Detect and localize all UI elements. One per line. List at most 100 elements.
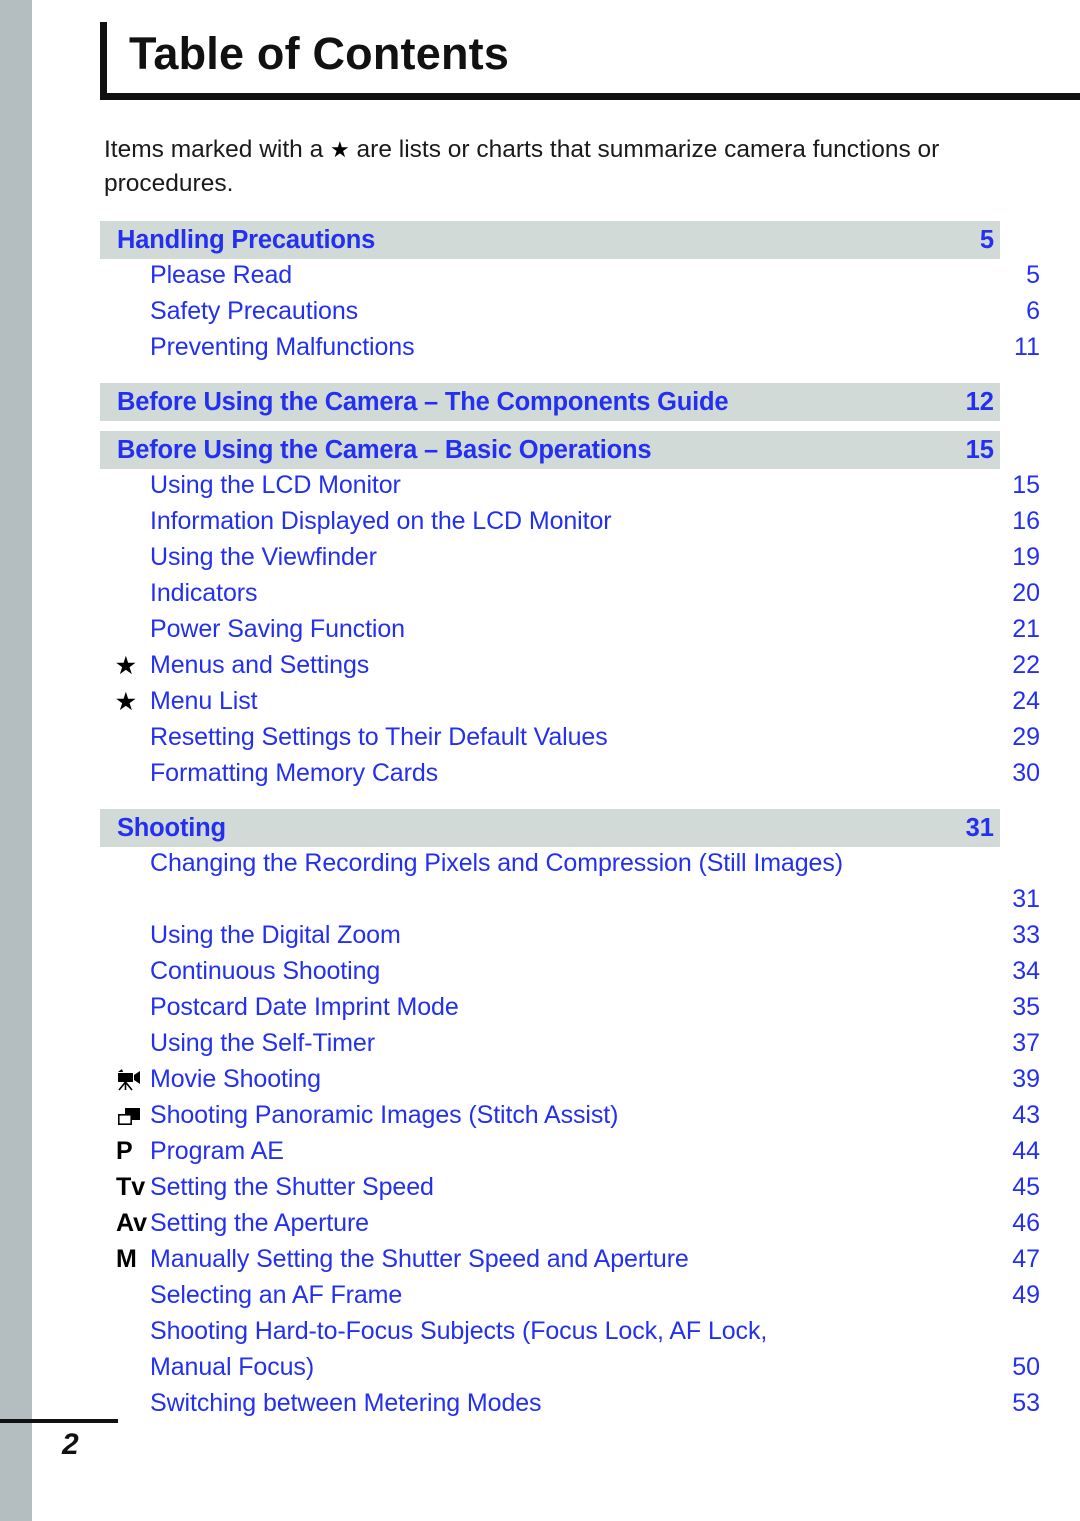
table-of-contents: Handling Precautions 5 Please Read 5 Safety … bbox=[100, 221, 1040, 1425]
toc-section-title: Shooting bbox=[117, 813, 226, 842]
toc-entry[interactable]: Selecting an AF Frame 49 bbox=[100, 1281, 1040, 1317]
mode-dial-m-icon: M bbox=[116, 1245, 137, 1273]
page-number: 2 bbox=[62, 1428, 79, 1461]
leader-dots bbox=[381, 1035, 998, 1051]
leader-dots bbox=[320, 1359, 998, 1375]
toc-entry[interactable]: Shooting Hard-to-Focus Subjects (Focus L… bbox=[100, 1317, 1040, 1353]
toc-entry-label: Shooting Hard-to-Focus Subjects (Focus L… bbox=[150, 1317, 768, 1345]
toc-entry-label: Please Read bbox=[150, 261, 293, 289]
leader-dots bbox=[736, 394, 950, 410]
footer-rule bbox=[0, 1419, 118, 1423]
toc-section-page: 12 bbox=[965, 387, 994, 416]
toc-entry-page: 31 bbox=[1012, 885, 1040, 913]
toc-entry[interactable]: Postcard Date Imprint Mode 35 bbox=[100, 993, 1040, 1029]
toc-entry[interactable]: Using the Digital Zoom 33 bbox=[100, 921, 1040, 957]
toc-entry-label: Shooting Panoramic Images (Stitch Assist… bbox=[150, 1101, 619, 1129]
mode-dial-p-icon: P bbox=[116, 1137, 133, 1165]
toc-entry-page: 34 bbox=[1012, 957, 1040, 985]
leader-dots bbox=[264, 693, 999, 709]
toc-entry-label: Changing the Recording Pixels and Compre… bbox=[150, 849, 843, 877]
toc-entry[interactable]: ★ Menu List 24 bbox=[100, 687, 1040, 723]
toc-entry-page: 5 bbox=[1026, 261, 1040, 289]
toc-entry-page: 11 bbox=[1014, 333, 1040, 361]
toc-entry-page: 45 bbox=[1012, 1173, 1040, 1201]
toc-entry[interactable]: Changing the Recording Pixels and Compre… bbox=[100, 849, 1040, 885]
leader-dots bbox=[234, 820, 950, 836]
toc-entry-page: 15 bbox=[1012, 471, 1040, 499]
toc-entry-page: 20 bbox=[1012, 579, 1040, 607]
toc-entry[interactable]: M Manually Setting the Shutter Speed and … bbox=[100, 1245, 1040, 1281]
toc-entry-label: Manually Setting the Shutter Speed and A… bbox=[150, 1245, 689, 1273]
toc-entry[interactable]: TvSetting the Shutter Speed 45 bbox=[100, 1173, 1040, 1209]
toc-entry[interactable]: Switching between Metering Modes 53 bbox=[100, 1389, 1040, 1425]
page-title-block: Table of Contents bbox=[100, 22, 1080, 100]
toc-entry-page: 21 bbox=[1012, 615, 1040, 643]
toc-entry-page: 50 bbox=[1012, 1353, 1040, 1381]
mode-dial-av-icon: Av bbox=[116, 1209, 148, 1237]
leader-dots bbox=[298, 267, 998, 283]
leader-dots bbox=[624, 1107, 998, 1123]
toc-section-title: Before Using the Camera – The Components… bbox=[117, 387, 729, 416]
toc-section-page: 5 bbox=[979, 225, 994, 254]
toc-entry-label: Switching between Metering Modes bbox=[150, 1389, 542, 1417]
toc-section-header[interactable]: Before Using the Camera – The Components… bbox=[100, 383, 1000, 421]
toc-entry-page: 39 bbox=[1012, 1065, 1040, 1093]
page-title: Table of Contents bbox=[129, 28, 510, 79]
star-glyph-icon: ★ bbox=[330, 137, 350, 162]
toc-section-title: Before Using the Camera – Basic Operatio… bbox=[117, 435, 652, 464]
toc-entry-label: Menus and Settings bbox=[150, 651, 370, 679]
leader-dots bbox=[327, 1071, 998, 1087]
toc-entry[interactable]: Safety Precautions 6 bbox=[100, 297, 1040, 333]
toc-entry-page: 43 bbox=[1012, 1101, 1040, 1129]
star-bullet-icon: ★ bbox=[116, 689, 136, 714]
leader-dots bbox=[411, 621, 998, 637]
toc-entry-page: 30 bbox=[1012, 759, 1040, 787]
toc-entry[interactable]: Using the Viewfinder 19 bbox=[100, 543, 1040, 579]
document-page: Table of Contents Items marked with a ★ … bbox=[32, 0, 1080, 1521]
toc-entry-label: Postcard Date Imprint Mode bbox=[150, 993, 459, 1021]
toc-entry[interactable]: ★ Menus and Settings 22 bbox=[100, 651, 1040, 687]
leader-dots bbox=[444, 765, 998, 781]
toc-entry-page: 49 bbox=[1012, 1281, 1040, 1309]
toc-entry[interactable]: Resetting Settings to Their Default Valu… bbox=[100, 723, 1040, 759]
toc-entry[interactable]: Information Displayed on the LCD Monitor… bbox=[100, 507, 1040, 543]
leader-dots bbox=[364, 303, 998, 319]
leader-dots bbox=[440, 1179, 998, 1195]
toc-entry[interactable]: Movie Shooting 39 bbox=[100, 1065, 1040, 1101]
toc-entry[interactable]: Please Read 5 bbox=[100, 261, 1040, 297]
leader-dots bbox=[386, 963, 998, 979]
leader-dots bbox=[618, 513, 998, 529]
star-bullet-icon: ★ bbox=[116, 653, 136, 678]
leader-dots bbox=[614, 729, 998, 745]
toc-entry-page: 44 bbox=[1012, 1137, 1040, 1165]
toc-entry-label: Program AE bbox=[150, 1137, 284, 1165]
toc-entry[interactable]: Using the LCD Monitor 15 bbox=[100, 471, 1040, 507]
toc-entry-label: Safety Precautions bbox=[150, 297, 359, 325]
toc-section-header[interactable]: Shooting 31 bbox=[100, 809, 1000, 847]
leader-dots bbox=[465, 999, 998, 1015]
toc-entry-label: Power Saving Function bbox=[150, 615, 405, 643]
toc-entry[interactable]: Power Saving Function 21 bbox=[100, 615, 1040, 651]
intro-prefix: Items marked with a bbox=[104, 136, 331, 163]
toc-section-header[interactable]: Handling Precautions 5 bbox=[100, 221, 1000, 259]
toc-entry[interactable]: Shooting Panoramic Images (Stitch Assist… bbox=[100, 1101, 1040, 1137]
leader-dots bbox=[408, 1287, 998, 1303]
toc-entry[interactable]: Using the Self-Timer 37 bbox=[100, 1029, 1040, 1065]
toc-entry[interactable]: Indicators 20 bbox=[100, 579, 1040, 615]
toc-entry[interactable]: Manual Focus) 50 bbox=[100, 1353, 1040, 1389]
toc-section-page: 31 bbox=[965, 813, 994, 842]
toc-entry-label: Menu List bbox=[150, 687, 258, 715]
toc-entry[interactable]: P Program AE 44 bbox=[100, 1137, 1040, 1173]
toc-entry[interactable]: AvSetting the Aperture 46 bbox=[100, 1209, 1040, 1245]
toc-section-header[interactable]: Before Using the Camera – Basic Operatio… bbox=[100, 431, 1000, 469]
toc-entry[interactable]: Continuous Shooting 34 bbox=[100, 957, 1040, 993]
toc-entry-page: 47 bbox=[1012, 1245, 1040, 1273]
leader-dots bbox=[383, 232, 950, 248]
toc-entry[interactable]: Formatting Memory Cards 30 bbox=[100, 759, 1040, 795]
leader-dots bbox=[421, 339, 998, 355]
toc-entry-page: 46 bbox=[1012, 1209, 1040, 1237]
toc-entry[interactable]: Preventing Malfunctions 11 bbox=[100, 333, 1040, 369]
